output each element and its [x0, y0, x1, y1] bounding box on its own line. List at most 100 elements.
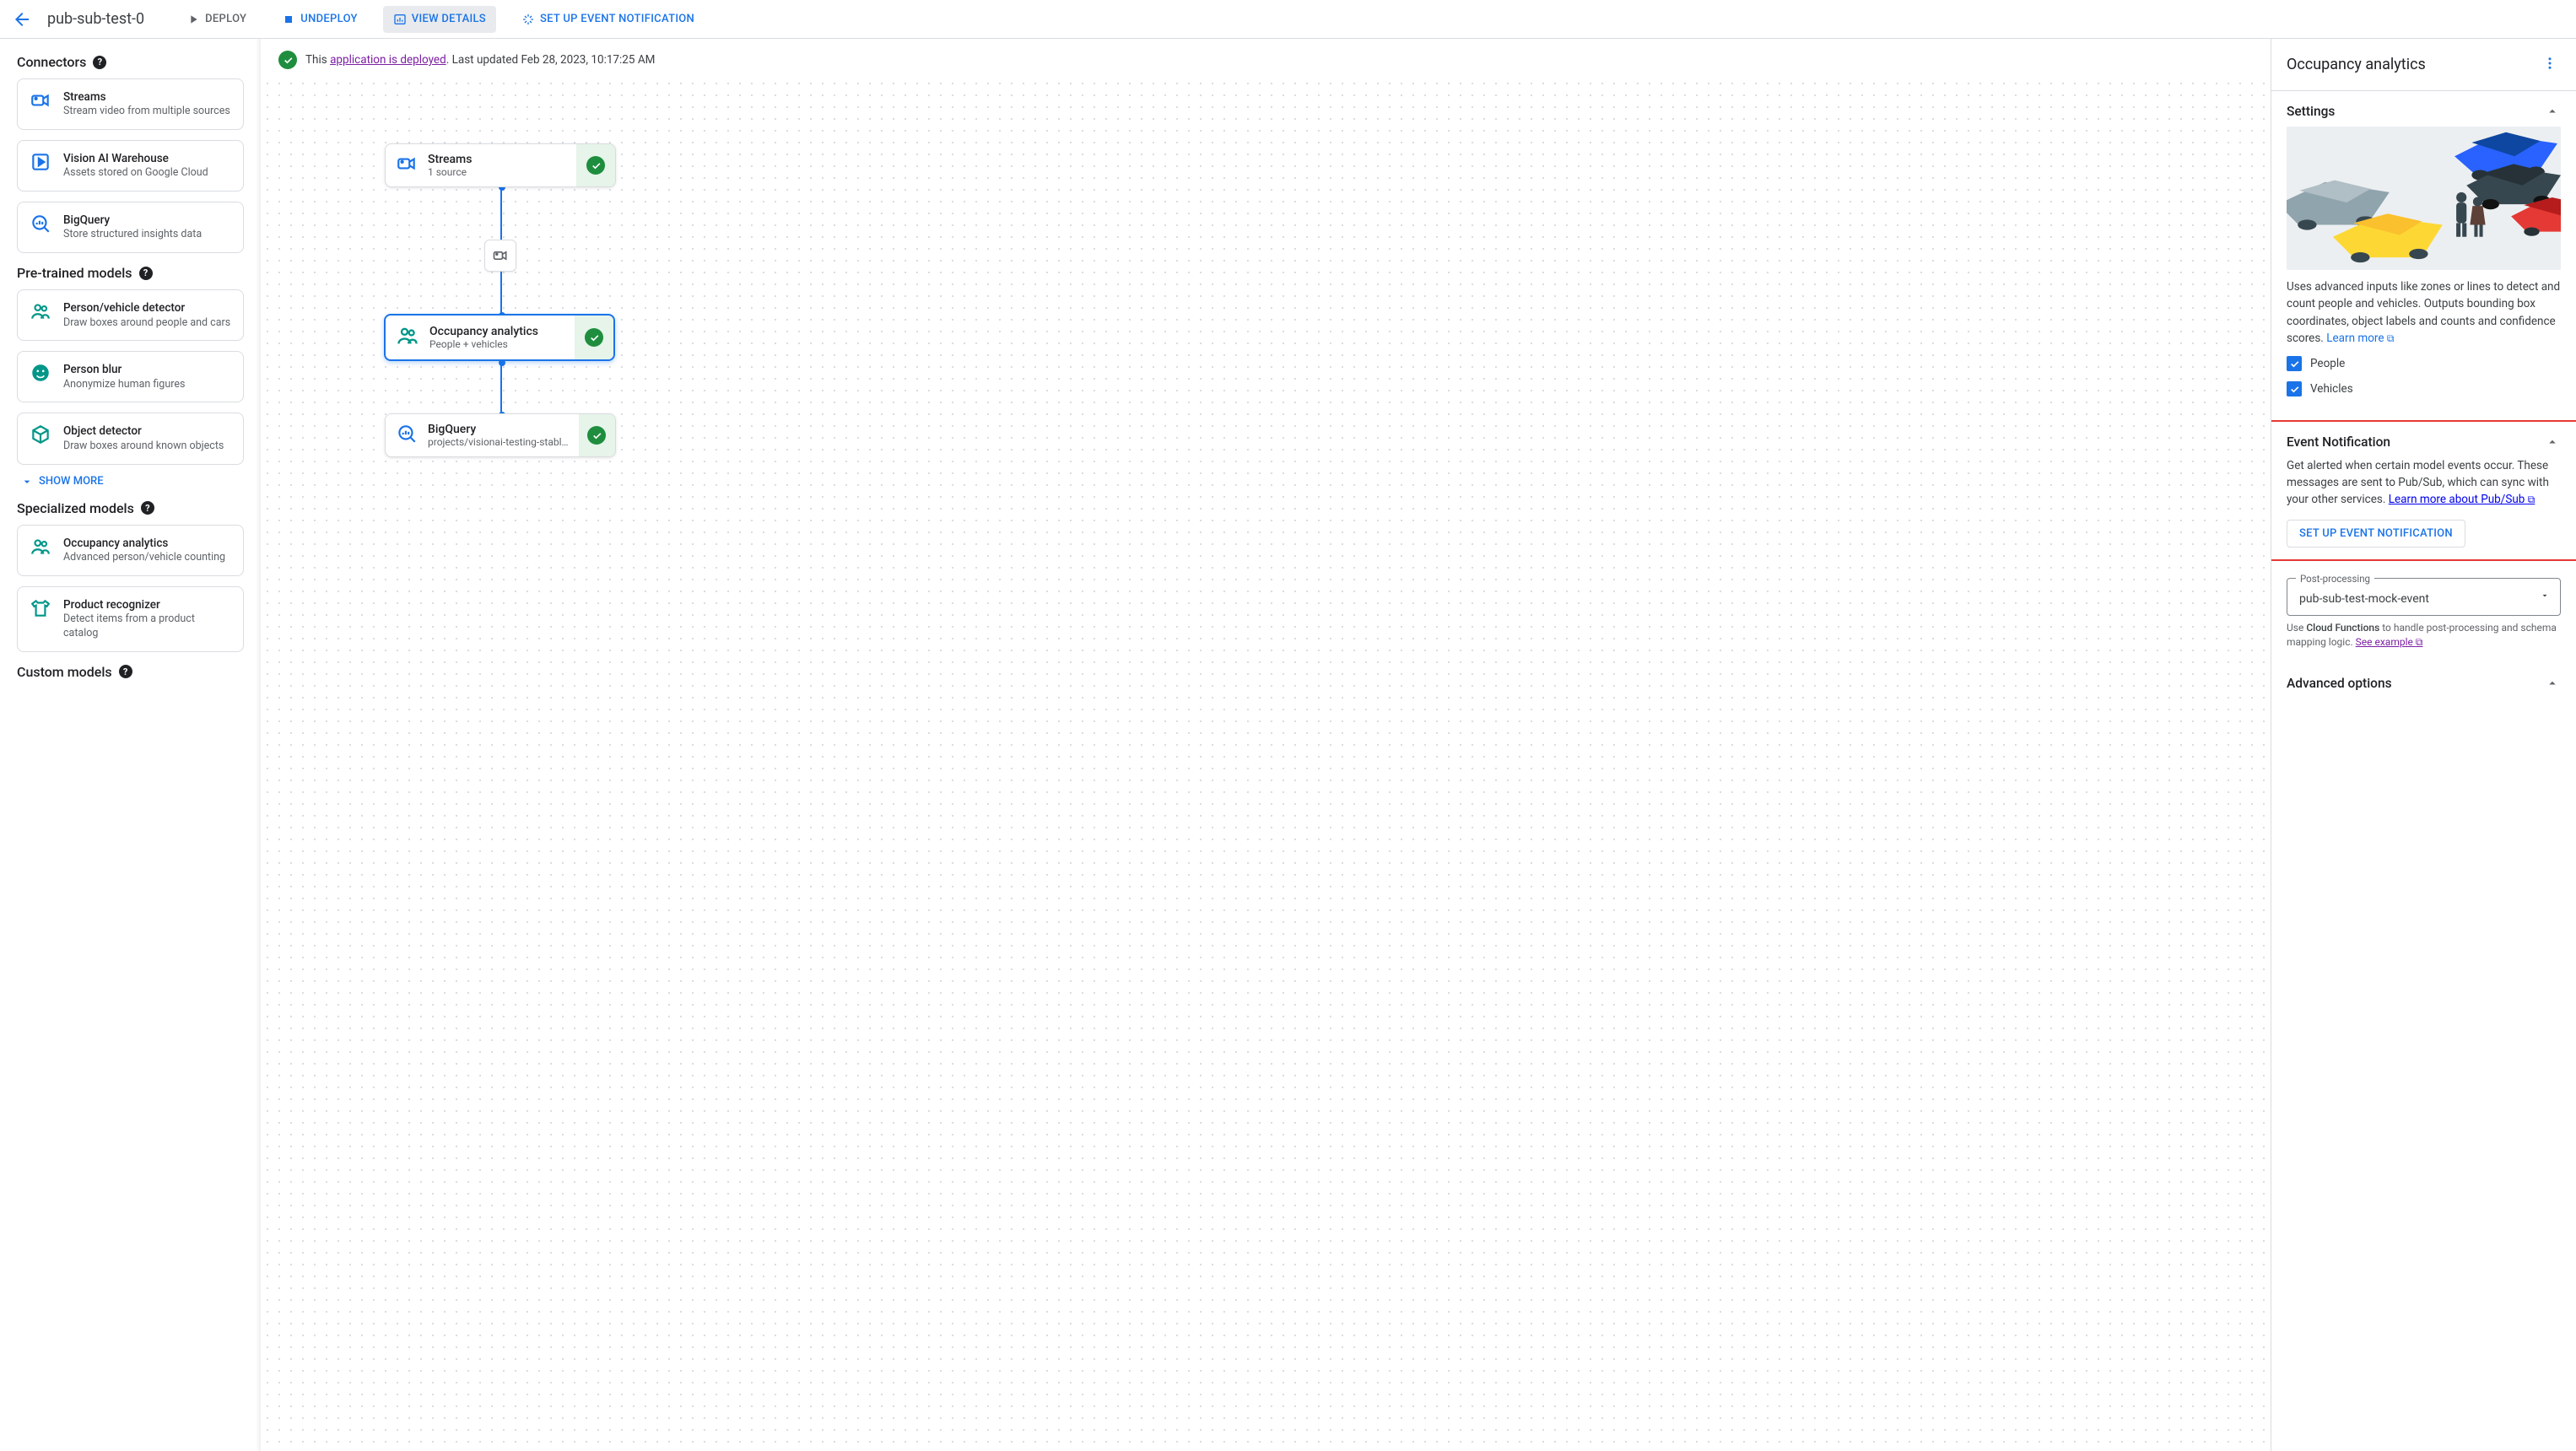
tile-sub: Detect items from a product catalog	[63, 612, 231, 641]
tile-sub: Draw boxes around known objects	[63, 440, 224, 454]
model-person-blur[interactable]: Person blurAnonymize human figures	[17, 351, 244, 402]
tile-title: Person/vehicle detector	[63, 300, 230, 316]
people-icon	[30, 536, 51, 558]
external-link-icon: ⧉	[2416, 636, 2423, 648]
help-icon[interactable]: ?	[139, 267, 153, 280]
post-processing-select[interactable]: Post-processing pub-sub-test-mock-event	[2287, 578, 2561, 616]
node-occupancy-analytics[interactable]: Occupancy analyticsPeople + vehicles	[384, 314, 615, 361]
event-notification-section-toggle[interactable]: Event Notification	[2287, 422, 2561, 457]
status-suffix: . Last updated Feb 28, 2023, 10:17:25 AM	[446, 53, 656, 67]
tile-sub: Store structured insights data	[63, 228, 202, 242]
application-graph-canvas[interactable]: This application is deployed. Last updat…	[262, 39, 2271, 1451]
vehicles-checkbox-row[interactable]: Vehicles	[2287, 380, 2561, 397]
more-menu-button[interactable]	[2539, 52, 2561, 77]
setup-event-notification-inline-button[interactable]: SET UP EVENT NOTIFICATION	[2287, 520, 2465, 547]
tile-sub: Advanced person/vehicle counting	[63, 551, 225, 565]
model-illustration	[2287, 127, 2561, 270]
section-specialized-label: Specialized models	[17, 500, 134, 516]
details-title: Occupancy analytics	[2287, 56, 2426, 73]
undeploy-button[interactable]: UNDEPLOY	[272, 6, 368, 33]
learn-more-link[interactable]: Learn more ⧉	[2326, 332, 2394, 345]
view-details-button[interactable]: VIEW DETAILS	[383, 6, 496, 33]
post-processing-label: Post-processing	[2296, 572, 2374, 586]
setup-event-notification-button[interactable]: SET UP EVENT NOTIFICATION	[511, 6, 705, 33]
stop-icon	[282, 13, 295, 26]
tile-title: BigQuery	[63, 213, 202, 228]
bigquery-icon	[396, 423, 418, 448]
video-preview-handle[interactable]	[484, 240, 516, 272]
chevron-down-icon	[20, 475, 34, 488]
node-title: BigQuery	[428, 423, 569, 436]
help-icon[interactable]: ?	[119, 665, 132, 678]
people-label: People	[2310, 355, 2345, 372]
camera-icon	[492, 247, 509, 264]
tile-title: Vision AI Warehouse	[63, 151, 208, 166]
tile-title: Streams	[63, 89, 230, 105]
deploy-button[interactable]: DEPLOY	[176, 6, 257, 33]
play-square-icon	[30, 151, 51, 173]
page-title: pub-sub-test-0	[47, 10, 144, 28]
tshirt-icon	[30, 597, 51, 619]
view-details-label: VIEW DETAILS	[412, 13, 486, 25]
node-sub: People + vehicles	[429, 338, 538, 350]
external-link-icon: ⧉	[2528, 494, 2535, 505]
tile-title: Occupancy analytics	[63, 536, 225, 551]
people-icon	[30, 300, 51, 322]
settings-heading: Settings	[2287, 104, 2335, 119]
setup-event-notification-label: SET UP EVENT NOTIFICATION	[540, 13, 694, 25]
connector-bigquery[interactable]: BigQueryStore structured insights data	[17, 202, 244, 253]
play-icon	[186, 13, 200, 26]
node-status-ok	[575, 316, 613, 359]
dropdown-caret-icon	[2540, 589, 2550, 606]
show-more-label: SHOW MORE	[39, 475, 104, 488]
people-checkbox-row[interactable]: People	[2287, 355, 2561, 372]
node-bigquery[interactable]: BigQueryprojects/visionai-testing-stabl…	[385, 413, 616, 457]
learn-more-pubsub-link[interactable]: Learn more about Pub/Sub ⧉	[2389, 493, 2535, 506]
post-processing-value: pub-sub-test-mock-event	[2299, 592, 2429, 606]
model-person-vehicle-detector[interactable]: Person/vehicle detectorDraw boxes around…	[17, 289, 244, 341]
model-product-recognizer[interactable]: Product recognizerDetect items from a pr…	[17, 586, 244, 652]
sparkle-icon	[521, 13, 535, 26]
advanced-options-section-toggle[interactable]: Advanced options	[2271, 663, 2576, 699]
deployment-status-strip: This application is deployed. Last updat…	[262, 39, 2271, 78]
model-occupancy-analytics[interactable]: Occupancy analyticsAdvanced person/vehic…	[17, 525, 244, 576]
settings-section-toggle[interactable]: Settings	[2271, 91, 2576, 127]
chevron-up-icon	[2544, 434, 2561, 450]
undeploy-label: UNDEPLOY	[300, 13, 358, 25]
bigquery-icon	[30, 213, 51, 235]
dot-grid-background	[262, 78, 2271, 1451]
model-object-detector[interactable]: Object detectorDraw boxes around known o…	[17, 413, 244, 464]
back-button[interactable]	[12, 9, 32, 30]
event-notification-heading: Event Notification	[2287, 434, 2390, 450]
tile-title: Person blur	[63, 362, 185, 377]
tile-sub: Stream video from multiple sources	[63, 105, 230, 119]
event-notification-highlight: Event Notification Get alerted when cert…	[2271, 420, 2576, 562]
component-palette[interactable]: Connectors? StreamsStream video from mul…	[0, 39, 262, 1451]
bar-chart-icon	[393, 13, 407, 26]
people-icon	[396, 324, 419, 351]
section-custom-label: Custom models	[17, 664, 112, 680]
face-icon	[30, 362, 51, 384]
vehicles-label: Vehicles	[2310, 380, 2353, 397]
cube-icon	[30, 423, 51, 445]
see-example-link[interactable]: See example ⧉	[2356, 636, 2423, 648]
node-sub: projects/visionai-testing-stabl…	[428, 436, 569, 448]
node-streams[interactable]: Streams1 source	[385, 143, 616, 187]
section-pretrained-label: Pre-trained models	[17, 265, 132, 281]
help-icon[interactable]: ?	[93, 56, 106, 69]
deployment-status-link[interactable]: application is deployed	[330, 53, 446, 67]
tile-sub: Draw boxes around people and cars	[63, 316, 230, 331]
connector-vision-warehouse[interactable]: Vision AI WarehouseAssets stored on Goog…	[17, 140, 244, 191]
tile-sub: Assets stored on Google Cloud	[63, 166, 208, 181]
tile-sub: Anonymize human figures	[63, 378, 185, 392]
connector-streams[interactable]: StreamsStream video from multiple source…	[17, 78, 244, 130]
arrow-left-icon	[12, 9, 32, 30]
checkbox-checked-icon	[2287, 356, 2302, 371]
tile-title: Product recognizer	[63, 597, 231, 612]
show-more-button[interactable]: SHOW MORE	[20, 475, 244, 488]
node-status-ok	[576, 144, 615, 186]
node-details-panel: Occupancy analytics Settings	[2271, 39, 2576, 1451]
tile-title: Object detector	[63, 423, 224, 439]
help-icon[interactable]: ?	[141, 501, 154, 515]
checkbox-checked-icon	[2287, 381, 2302, 396]
